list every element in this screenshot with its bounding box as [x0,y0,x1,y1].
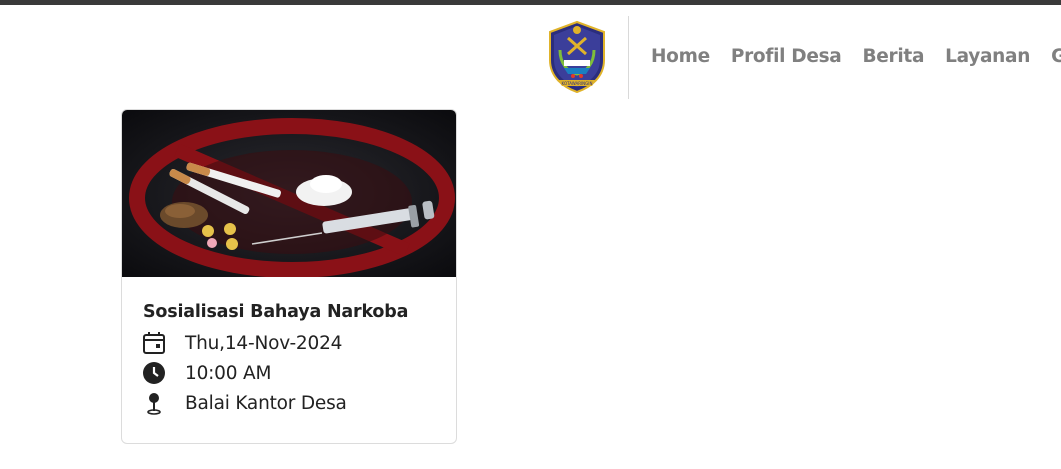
village-logo[interactable]: KOTAWARINGIN [546,20,608,94]
event-date-row: Thu,14-Nov-2024 [142,330,342,356]
nav-divider [628,16,629,99]
event-image [122,110,456,277]
event-time: 10:00 AM [185,362,272,384]
nav-item-layanan[interactable]: Layanan [945,45,1030,69]
nav-item-profil-desa[interactable]: Profil Desa [731,45,842,69]
nav-item-home[interactable]: Home [651,45,710,69]
event-date: Thu,14-Nov-2024 [185,332,343,354]
event-location-row: Balai Kantor Desa [142,390,347,416]
nav-item-galeri[interactable]: Gal [1051,45,1061,69]
top-bar [0,0,1061,5]
event-title[interactable]: Sosialisasi Bahaya Narkoba [143,302,408,322]
calendar-icon [143,332,165,354]
event-location: Balai Kantor Desa [185,392,347,414]
event-time-row: 10:00 AM [142,360,271,386]
logo-banner-text: KOTAWARINGIN [562,81,593,86]
main-navigation: Home Profil Desa Berita Layanan Gal [651,45,1061,69]
village-emblem-logo: KOTAWARINGIN [549,20,605,94]
clock-icon [143,362,165,384]
map-pin-icon [147,393,161,415]
event-card[interactable]: Sosialisasi Bahaya Narkoba Thu,14-Nov-20… [121,109,457,444]
nav-item-berita[interactable]: Berita [863,45,925,69]
